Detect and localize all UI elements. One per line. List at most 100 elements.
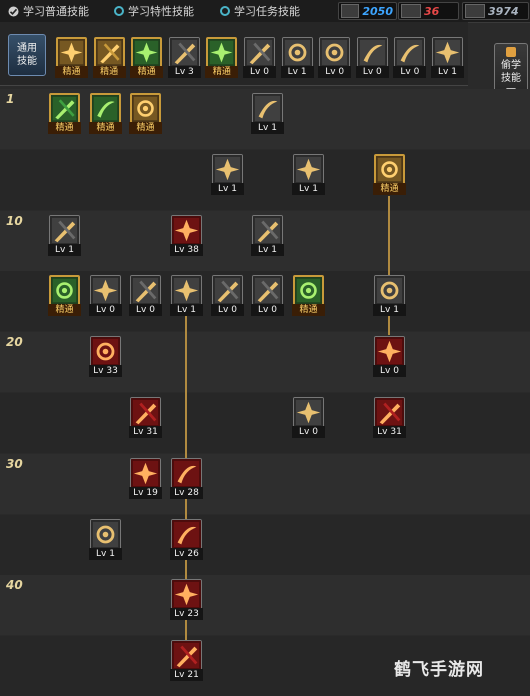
tree-skill[interactable]: Lv 31 xyxy=(373,397,406,438)
tree-skill[interactable]: Lv 26 xyxy=(170,518,203,560)
steal-icon xyxy=(506,47,516,57)
runner-icon xyxy=(133,39,161,66)
tab-trait-skills[interactable]: 学习特性技能 xyxy=(114,3,194,19)
tree-skill[interactable]: Lv 23 xyxy=(170,579,203,621)
skill-level-badge: 精通 xyxy=(89,122,122,134)
tab-label: 学习普通技能 xyxy=(23,5,89,18)
tree-row: 20 xyxy=(0,332,530,393)
tree-skill[interactable]: 精通 xyxy=(89,93,122,134)
skill-level-badge: Lv 1 xyxy=(373,304,406,317)
eye-icon xyxy=(357,38,387,67)
skill-level-badge: Lv 23 xyxy=(170,608,203,621)
tree-skill[interactable]: Lv 1 xyxy=(48,214,81,256)
tree-skill[interactable]: Lv 19 xyxy=(129,457,162,499)
common-skill[interactable]: Lv 3 xyxy=(167,37,201,78)
flame-icon xyxy=(131,398,160,427)
tree-skill[interactable]: Lv 1 xyxy=(251,214,284,256)
level-marker: 20 xyxy=(6,335,23,350)
tree-skill[interactable]: 精通 xyxy=(48,275,81,317)
common-skill[interactable]: Lv 0 xyxy=(355,37,389,78)
burst-icon xyxy=(253,276,282,306)
tree-skill[interactable]: 精通 xyxy=(129,93,162,134)
skill-icon-frame xyxy=(374,275,405,307)
figure-icon xyxy=(58,39,85,66)
skill-icon-frame xyxy=(49,93,80,124)
tree-skill[interactable]: Lv 1 xyxy=(373,275,406,317)
shield-cross-icon xyxy=(376,155,403,183)
tree-skill[interactable]: Lv 1 xyxy=(211,153,244,195)
radio-icon xyxy=(114,6,124,16)
tree-skill[interactable]: Lv 0 xyxy=(211,275,244,317)
tree-skill[interactable]: Lv 0 xyxy=(89,275,122,317)
skill-icon-frame xyxy=(212,275,243,307)
common-skill[interactable]: Lv 0 xyxy=(318,37,352,78)
tree-skill[interactable]: Lv 0 xyxy=(251,275,284,317)
wings-icon xyxy=(169,38,199,67)
tree-skill[interactable]: Lv 31 xyxy=(129,397,162,438)
tree-skill[interactable]: Lv 1 xyxy=(251,93,284,134)
skill-level-badge: Lv 19 xyxy=(129,486,162,499)
skill-level-badge: Lv 0 xyxy=(355,66,389,78)
tab-normal-skills[interactable]: 学习普通技能 xyxy=(8,3,89,19)
common-skill[interactable]: 精通 xyxy=(205,37,239,78)
target-icon xyxy=(208,39,236,66)
skill-level-badge: Lv 31 xyxy=(129,426,162,438)
skill-icon-frame xyxy=(49,275,80,307)
skill-icon-frame xyxy=(171,640,202,672)
sword-icon xyxy=(213,276,242,306)
skill-points-quest: 3974 xyxy=(462,2,529,20)
tab-quest-skills[interactable]: 学习任务技能 xyxy=(220,3,300,19)
tree-skill[interactable]: Lv 0 xyxy=(373,336,406,378)
skill-icon-frame xyxy=(90,275,121,307)
radio-icon xyxy=(220,6,230,16)
tree-skill[interactable]: 精通 xyxy=(373,153,406,195)
multi-sword-icon xyxy=(172,458,201,488)
skill-level-badge: Lv 1 xyxy=(170,304,203,317)
skill-icon-frame xyxy=(374,397,405,428)
tree-row: 30 xyxy=(0,453,530,514)
dagger-icon xyxy=(91,276,120,306)
tree-skill[interactable]: Lv 0 xyxy=(129,275,162,317)
skill-icon-frame xyxy=(293,397,324,428)
moon-icon xyxy=(91,519,120,549)
common-skill[interactable]: 精通 xyxy=(92,37,126,78)
tree-skill[interactable]: Lv 38 xyxy=(170,214,203,256)
skill-level-badge: Lv 1 xyxy=(280,66,314,78)
tree-skill[interactable]: Lv 28 xyxy=(170,457,203,499)
skill-icon-frame xyxy=(171,214,202,246)
tree-skill[interactable]: 精通 xyxy=(48,93,81,134)
skill-level-badge: Lv 1 xyxy=(211,182,244,195)
tree-row xyxy=(0,149,530,210)
common-skill[interactable]: Lv 0 xyxy=(243,37,276,78)
explosion-icon xyxy=(172,641,201,671)
skill-level-badge: 精通 xyxy=(205,66,239,78)
common-skill[interactable]: 精通 xyxy=(130,37,164,78)
skill-points-normal: 2050 xyxy=(338,2,397,20)
dash-icon xyxy=(282,38,312,67)
common-skill[interactable]: Lv 1 xyxy=(431,37,464,78)
tree-skill[interactable]: 精通 xyxy=(292,275,325,317)
skill-icon-frame xyxy=(374,336,405,368)
skill-icon-frame xyxy=(171,275,202,307)
common-skill[interactable]: Lv 1 xyxy=(280,37,314,78)
tree-skill[interactable]: Lv 1 xyxy=(170,275,203,317)
tree-skill[interactable]: Lv 1 xyxy=(292,153,325,195)
skill-connector-line xyxy=(388,315,390,335)
skill-level-badge: Lv 0 xyxy=(393,66,427,78)
skill-level-badge: Lv 3 xyxy=(167,66,201,78)
claw-icon xyxy=(132,95,159,122)
skill-icon-frame xyxy=(356,37,388,68)
common-skill[interactable]: Lv 0 xyxy=(393,37,427,78)
tree-skill[interactable]: Lv 1 xyxy=(89,518,122,560)
flash-icon xyxy=(253,215,282,245)
common-skill[interactable]: 精通 xyxy=(55,37,88,78)
tree-skill[interactable]: Lv 0 xyxy=(292,397,325,438)
skill-icon-frame xyxy=(131,37,163,68)
slash-red-icon xyxy=(375,398,404,427)
skill-level-badge: Lv 0 xyxy=(243,66,276,78)
tab-label: 学习任务技能 xyxy=(234,5,300,18)
skill-icon-frame xyxy=(90,518,121,550)
skill-level-badge: Lv 0 xyxy=(318,66,352,78)
tree-skill[interactable]: Lv 21 xyxy=(170,640,203,682)
tree-skill[interactable]: Lv 33 xyxy=(89,336,122,378)
